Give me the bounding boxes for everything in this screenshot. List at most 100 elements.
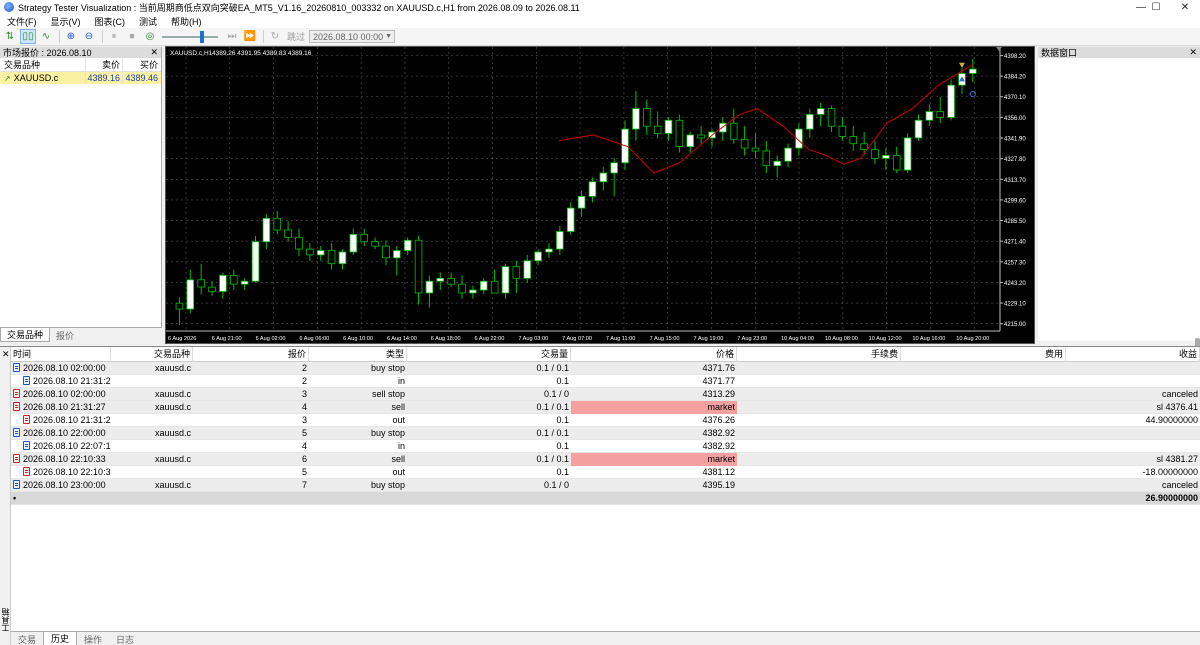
deal-row[interactable]: 2026.08.10 22:10:33 5 out 0.1 4381.12 -18.000… [11, 466, 1200, 479]
toolbox-close-icon[interactable]: ✕ [2, 349, 10, 360]
candle-bull[interactable] [903, 137, 912, 171]
candle-bull[interactable] [969, 68, 977, 74]
candle-bull[interactable] [882, 155, 890, 159]
step-forward-icon[interactable]: ⏭ [224, 29, 240, 44]
candlestick-chart-icon[interactable]: ▯▯ [20, 29, 36, 44]
pause-icon[interactable]: ⏸ [106, 29, 122, 44]
candle-bear[interactable] [295, 236, 303, 250]
candle-bull[interactable] [566, 207, 575, 232]
column-type[interactable]: 类型 [309, 346, 407, 362]
line-chart-icon[interactable]: ∿ [38, 29, 54, 44]
skip-label[interactable]: 跳过 [287, 30, 305, 43]
skip-to-date-input[interactable]: 2026.08.10 00:00 ▼ [309, 30, 396, 43]
candle-bear[interactable] [360, 234, 368, 243]
data-window-close-icon[interactable]: ✕ [1189, 47, 1197, 58]
candle-bear[interactable] [273, 217, 282, 231]
order-row[interactable]: 2026.08.10 22:00:00 xauusd.c 5 buy stop 0.1 … [11, 427, 1200, 440]
deal-row[interactable]: 2026.08.10 21:31:23 2 in 0.1 4371.77 [11, 375, 1200, 388]
trade-sell-arrow[interactable] [958, 62, 965, 68]
candle-bear[interactable] [414, 239, 423, 294]
candle-bear[interactable] [675, 119, 684, 148]
order-row[interactable]: 2026.08.10 22:10:33 xauusd.c 6 sell 0.1 / 0.… [11, 452, 1200, 466]
deal-row[interactable]: 2026.08.10 22:07:17 4 in 0.1 4382.92 [11, 440, 1200, 453]
column-ticket[interactable]: 报价 [193, 346, 309, 362]
column-fee[interactable]: 费用 [901, 346, 1066, 362]
candlestick-chart-svg[interactable]: 4215.00 4229.10 4243.20 4257.30 4271.40 4285.… [166, 47, 1036, 345]
candle-bear[interactable] [512, 266, 521, 279]
bar-chart-icon[interactable]: ⇅ [2, 29, 18, 44]
candle-bull[interactable] [686, 134, 695, 148]
candle-bull[interactable] [186, 279, 195, 310]
candle-bull[interactable] [816, 108, 825, 115]
candle-bull[interactable] [349, 234, 358, 253]
candle-bear[interactable] [740, 138, 749, 149]
candle-bull[interactable] [393, 250, 401, 259]
candle-bull[interactable] [773, 160, 781, 167]
chevron-down-icon[interactable]: ▼ [385, 33, 394, 40]
candle-bear[interactable] [871, 149, 879, 159]
tab-journal[interactable]: 日志 [109, 632, 141, 645]
candle-bull[interactable] [219, 274, 227, 292]
column-price[interactable]: 价格 [571, 346, 737, 362]
menu-test[interactable]: 测试 [132, 15, 164, 28]
candle-bear[interactable] [860, 143, 868, 150]
tab-symbols[interactable]: 交易品种 [0, 328, 51, 342]
candle-bull[interactable] [599, 172, 608, 183]
fast-forward-icon[interactable]: ⏩ [242, 29, 258, 44]
tab-trade[interactable]: 交易 [11, 632, 43, 645]
close-window-button[interactable]: ✕ [1170, 0, 1200, 14]
column-commission[interactable]: 手续费 [737, 346, 901, 362]
order-row[interactable]: 2026.08.10 02:00:00 xauusd.c 2 buy stop 0.1 … [11, 362, 1200, 375]
candle-bear[interactable] [371, 241, 379, 247]
candle-bull[interactable] [523, 260, 531, 279]
candle-bear[interactable] [653, 125, 662, 134]
trade-close-marker[interactable] [969, 90, 976, 98]
candle-bull[interactable] [425, 280, 434, 294]
candle-bear[interactable] [762, 150, 771, 167]
candle-bull[interactable] [806, 114, 814, 130]
candle-bull[interactable] [925, 111, 934, 121]
column-symbol[interactable]: 交易品种 [0, 58, 85, 71]
column-volume[interactable]: 交易量 [407, 346, 571, 362]
candle-bull[interactable] [947, 84, 955, 118]
candle-bull[interactable] [436, 277, 445, 282]
column-time[interactable]: 时间 [11, 346, 111, 362]
candle-bull[interactable] [403, 239, 412, 251]
stop-icon[interactable]: ⏹ [124, 29, 140, 44]
candle-bull[interactable] [556, 231, 564, 250]
candle-bear[interactable] [458, 283, 466, 294]
candle-bear[interactable] [208, 286, 216, 292]
column-profit[interactable]: 收益 [1066, 346, 1200, 362]
candle-bear[interactable] [306, 248, 314, 256]
candle-bull[interactable] [240, 280, 249, 285]
candle-bear[interactable] [284, 229, 292, 238]
candle-bear[interactable] [197, 279, 205, 288]
candle-bear[interactable] [827, 108, 836, 127]
candle-bull[interactable] [610, 162, 618, 174]
candle-bear[interactable] [447, 277, 455, 285]
candle-bear[interactable] [643, 108, 651, 127]
candle-bull[interactable] [469, 289, 477, 294]
order-row[interactable]: 2026.08.10 02:00:00 xauusd.c 3 sell stop 0.1… [11, 388, 1200, 401]
candle-bear[interactable] [490, 280, 499, 294]
tab-quotes[interactable]: 报价 [50, 328, 80, 342]
candle-bear[interactable] [892, 155, 901, 171]
candle-bear[interactable] [729, 122, 738, 140]
candle-bull[interactable] [664, 119, 673, 134]
candle-bear[interactable] [838, 125, 847, 137]
zoom-out-icon[interactable]: ⊖ [81, 29, 97, 44]
tab-operations[interactable]: 操作 [77, 632, 109, 645]
candle-bull[interactable] [316, 250, 325, 256]
candle-bear[interactable] [175, 302, 184, 310]
candle-bear[interactable] [697, 134, 705, 139]
skip-icon[interactable]: ↻ [267, 29, 283, 44]
candle-bull[interactable] [784, 147, 792, 162]
candle-bear[interactable] [230, 274, 238, 285]
candle-bull[interactable] [632, 108, 640, 130]
candle-bear[interactable] [751, 147, 760, 152]
speed-slider-thumb[interactable] [200, 30, 205, 43]
column-bid[interactable]: 卖价 [85, 58, 122, 71]
zoom-in-icon[interactable]: ⊕ [63, 29, 79, 44]
tab-history[interactable]: 历史 [43, 632, 78, 645]
candle-bull[interactable] [479, 280, 488, 291]
